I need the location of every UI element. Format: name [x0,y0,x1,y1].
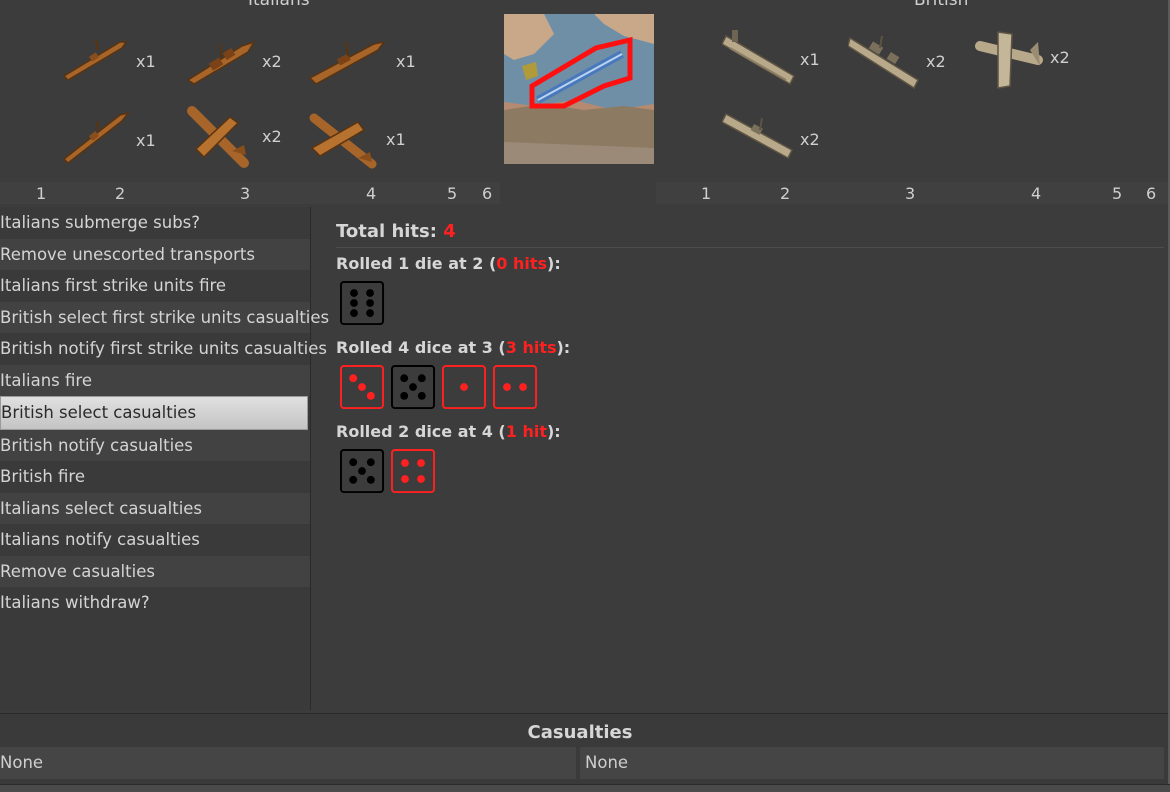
die-hit [340,365,385,410]
unit-count: x2 [926,52,946,71]
die-miss [340,281,385,326]
british-unit-1[interactable]: x1 [722,28,842,88]
step-item[interactable]: Italians select casualties [0,492,310,524]
step-item[interactable]: British notify casualties [0,429,310,461]
scale-label: 6 [1146,184,1157,203]
die-miss [340,449,385,494]
attacker-title: Italians [248,0,310,10]
total-hits: Total hits: 4 [336,221,456,242]
british-unit-3[interactable]: x2 [972,26,1092,89]
step-item[interactable]: Remove unescorted transports [0,238,310,270]
roll-summary: Rolled 2 dice at 4 (1 hit): [336,422,561,441]
defender-title: British [914,0,969,10]
scale-label: 3 [905,184,916,203]
dice-results-panel: Total hits: 4 Rolled 1 die at 2 (0 hits)… [312,207,1168,710]
battle-steps-list[interactable]: Italians submerge subs? Remove unescorte… [0,207,329,710]
italian-unit-1[interactable]: x1 [60,30,180,90]
defender-casualties: None [580,747,1164,779]
battle-location-map [504,14,654,164]
step-item-selected[interactable]: British select casualties [0,396,308,430]
unit-count: x1 [136,52,156,71]
step-item[interactable]: British notify first strike units casual… [0,333,327,365]
step-item[interactable]: Italians submerge subs? [0,207,310,239]
italian-unit-4[interactable]: x1 [60,109,180,169]
unit-count: x2 [800,130,820,149]
divider [336,247,1164,248]
total-hits-label: Total hits: [336,221,437,242]
die-hit [391,449,436,494]
step-item[interactable]: Italians first strike units fire [0,270,310,302]
step-item[interactable]: Remove casualties [0,555,310,587]
defender-dice-scale: 1 2 3 4 5 6 [656,182,1168,204]
unit-count: x2 [1050,48,1070,67]
scale-label: 2 [115,184,126,203]
attacker-dice-scale: 1 2 3 4 5 6 [0,182,500,204]
die-miss [391,365,436,410]
die-hit [442,365,487,410]
scale-label: 4 [366,184,377,203]
scale-label: 5 [1112,184,1123,203]
italian-unit-2[interactable]: x2 [186,30,306,90]
unit-count: x2 [262,127,282,146]
casualties-title: Casualties [527,722,633,743]
die-hit [493,365,538,410]
unit-count: x1 [136,131,156,150]
scale-label: 4 [1031,184,1042,203]
scale-label: 6 [482,184,493,203]
unit-count: x1 [800,50,820,69]
scale-label: 2 [780,184,791,203]
step-item[interactable]: Italians fire [0,364,310,396]
italian-unit-5[interactable]: x2 [186,105,306,168]
unit-count: x1 [396,52,416,71]
scale-label: 1 [701,184,712,203]
scale-label: 5 [447,184,458,203]
casualties-panel: Casualties None None [0,713,1168,792]
unit-count: x1 [386,130,406,149]
italian-unit-3[interactable]: x1 [308,30,428,90]
british-unit-4[interactable]: x2 [722,108,842,168]
roll-hits: 1 hit [505,422,547,441]
unit-count: x2 [262,52,282,71]
step-item[interactable]: Italians withdraw? [0,587,310,619]
step-item[interactable]: British fire [0,461,310,493]
roll-hits: 3 hits [505,338,557,357]
scale-label: 1 [36,184,47,203]
british-unit-2[interactable]: x2 [848,30,968,90]
roll-summary: Rolled 4 dice at 3 (3 hits): [336,338,571,357]
roll-hits: 0 hits [496,254,547,273]
step-item[interactable]: British select first strike units casual… [0,301,329,333]
step-item[interactable]: Italians notify casualties [0,524,310,556]
attacker-casualties: None [0,747,576,779]
italian-unit-6[interactable]: x1 [308,108,428,169]
scale-label: 3 [240,184,251,203]
total-hits-value: 4 [443,221,456,242]
roll-summary: Rolled 1 die at 2 (0 hits): [336,254,561,273]
